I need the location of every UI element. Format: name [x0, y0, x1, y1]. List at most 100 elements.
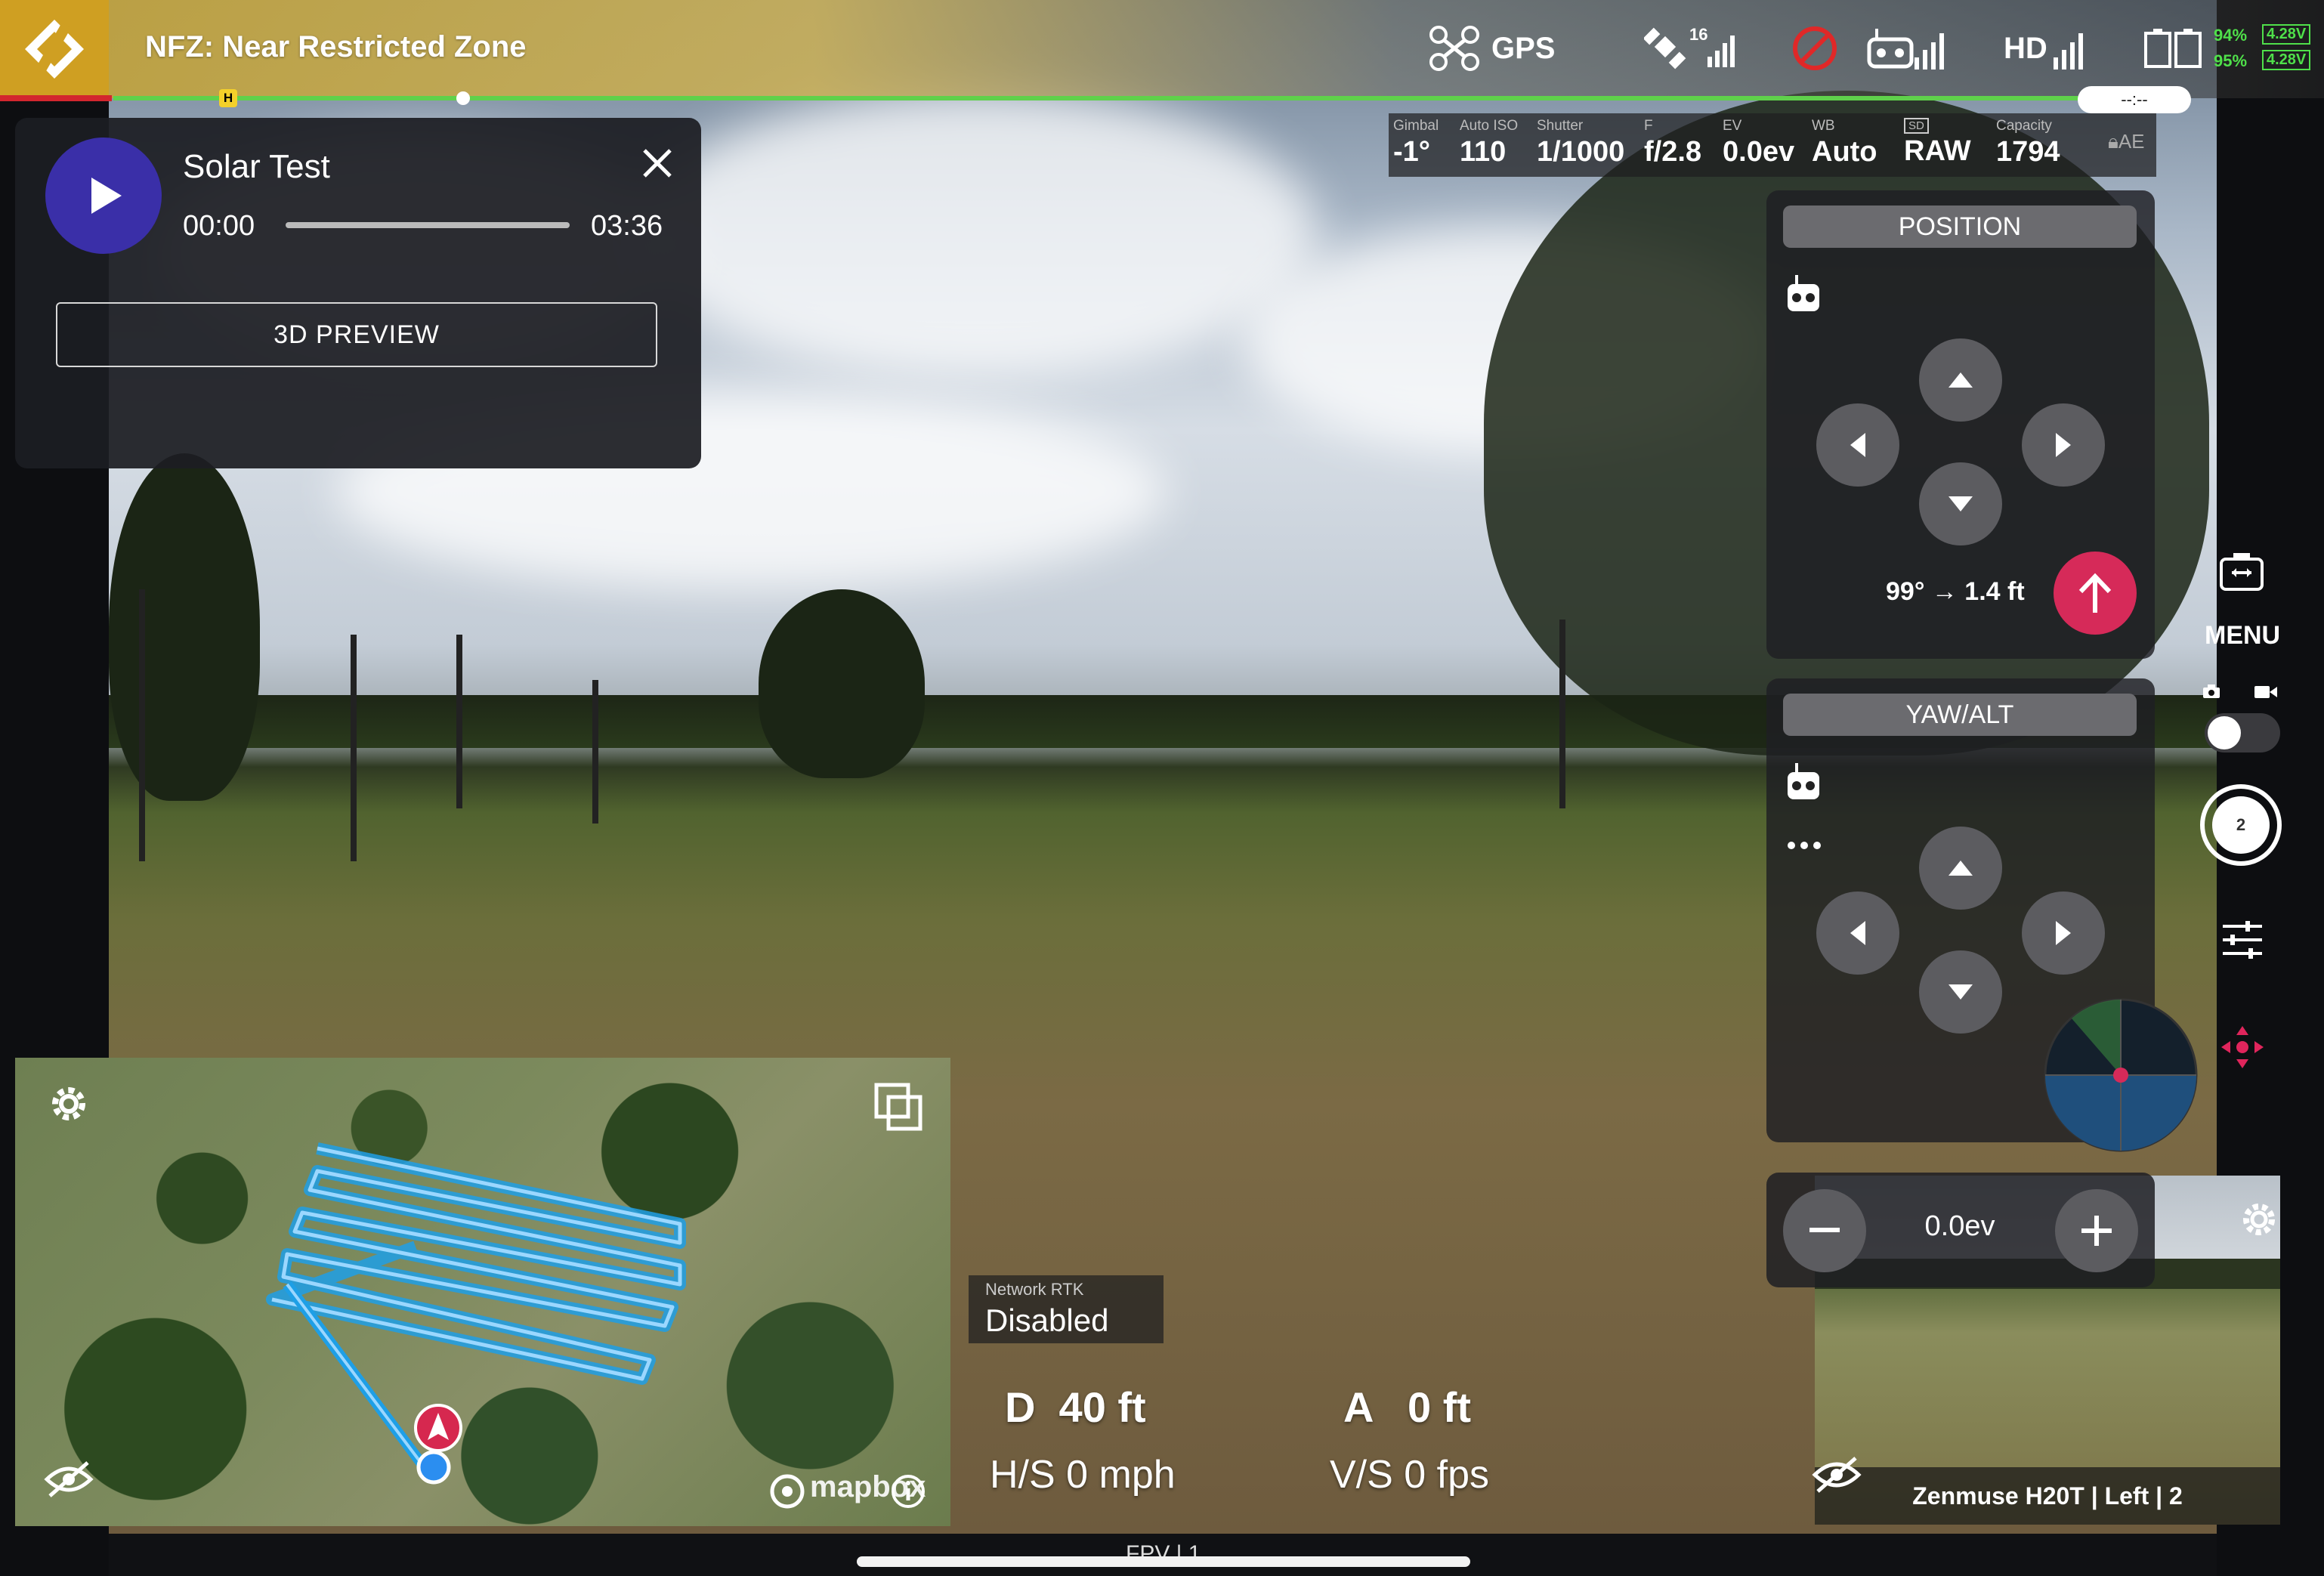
remote-controller-icon	[1788, 275, 1819, 311]
drone-icon	[1429, 26, 1479, 71]
sd-card-icon: SD	[1904, 118, 1929, 134]
yaw-right-button[interactable]	[2022, 892, 2105, 975]
hide-map-icon[interactable]	[42, 1458, 95, 1500]
telemetry-distance: D 40 ft	[1005, 1383, 1146, 1431]
shutter-button[interactable]: 2	[2200, 784, 2282, 866]
app-logo[interactable]	[0, 0, 109, 98]
altitude-up-button[interactable]	[1919, 827, 2002, 910]
yaw-left-button[interactable]	[1816, 892, 1899, 975]
battery-2-voltage: 4.28V	[2262, 50, 2311, 70]
remote-controller-icon	[1788, 763, 1819, 799]
mission-scrubber[interactable]	[286, 222, 570, 228]
param-wb: WB Auto	[1812, 118, 1877, 168]
camera-parameters[interactable]: Gimbal -1° Auto ISO 110 Shutter 1/1000 Ff/2…	[1389, 113, 2156, 177]
telemetry-horizontal-speed: H/S 0 mph	[990, 1453, 1176, 1497]
play-icon	[91, 178, 122, 214]
photo-mode-icon	[2203, 684, 2220, 698]
photo-video-toggle[interactable]	[2205, 713, 2280, 752]
position-header[interactable]: POSITION	[1783, 205, 2137, 248]
map-settings-icon[interactable]	[45, 1080, 92, 1127]
obstacle-off-icon	[1793, 26, 1837, 70]
status-bar: NFZ: Near Restricted Zone GPS 16 HD 94% …	[0, 0, 2324, 101]
signal-bars-icon	[2053, 33, 2083, 70]
rtk-status[interactable]: Network RTK Disabled	[969, 1275, 1164, 1343]
menu-button[interactable]: MENU	[2205, 621, 2280, 650]
mission-time-end: 03:36	[591, 210, 663, 242]
hide-pip-icon[interactable]	[1810, 1454, 1863, 1496]
ev-increase-button[interactable]	[2055, 1189, 2138, 1272]
param-aperture: Ff/2.8	[1644, 118, 1702, 168]
move-arrows-icon[interactable]	[2220, 1024, 2265, 1070]
map-expand-icon[interactable]	[872, 1080, 925, 1133]
altitude-down-button[interactable]	[1919, 950, 2002, 1034]
home-location-dot	[416, 1450, 451, 1485]
close-button[interactable]	[635, 141, 680, 186]
yaw-alt-header[interactable]: YAW/ALT	[1783, 694, 2137, 736]
position-right-button[interactable]	[2022, 403, 2105, 487]
obstacle-status[interactable]	[1791, 26, 1839, 71]
telemetry-altitude: A 0 ft	[1343, 1383, 1472, 1431]
play-button[interactable]	[45, 138, 162, 254]
battery-1-voltage: 4.28V	[2262, 24, 2311, 45]
satellite-icon	[1644, 27, 1686, 70]
aircraft-position-marker	[456, 91, 470, 105]
param-format: SD RAW	[1904, 118, 1971, 167]
position-up-button[interactable]	[1919, 338, 2002, 422]
flight-progress-line	[113, 96, 2183, 100]
rc-status[interactable]	[1866, 26, 1952, 71]
param-shutter: Shutter 1/1000	[1537, 118, 1625, 168]
mission-time-start: 00:00	[183, 210, 255, 242]
more-icon[interactable]	[1786, 840, 1822, 851]
rtk-value: Disabled	[985, 1303, 1109, 1338]
home-indicator[interactable]	[857, 1556, 1470, 1567]
heading-distance: 99° → 1.4 ft	[1886, 577, 2025, 606]
satellite-count: 16	[1689, 25, 1708, 44]
lock-icon: 🔒︎	[2108, 130, 2118, 153]
triangle-right-icon	[2056, 433, 2071, 457]
minus-icon	[1809, 1228, 1840, 1232]
mapbox-logo-icon	[770, 1474, 805, 1509]
ae-lock[interactable]: 🔒︎AE	[2108, 130, 2145, 154]
ev-value: 0.0ev	[1924, 1210, 1995, 1242]
flight-time: --:--	[2078, 86, 2191, 113]
settings-sliders-icon[interactable]	[2220, 919, 2265, 961]
battery-status[interactable]	[2143, 26, 2203, 71]
param-capacity: Capacity 1794	[1996, 118, 2060, 168]
param-iso: Auto ISO 110	[1460, 118, 1519, 168]
map-view[interactable]	[15, 1058, 950, 1526]
compass-radar[interactable]	[2041, 996, 2200, 1154]
param-ev: EV 0.0ev	[1723, 118, 1795, 168]
info-icon[interactable]	[890, 1473, 926, 1510]
hd-label: HD	[2004, 31, 2047, 65]
triangle-up-icon	[1949, 861, 1973, 876]
ev-adjust-panel: 0.0ev	[1766, 1173, 2155, 1287]
triangle-right-icon	[2056, 921, 2071, 945]
close-icon	[643, 149, 672, 178]
satellite-status[interactable]: 16	[1644, 25, 1741, 71]
aircraft-status[interactable]: GPS	[1428, 26, 1555, 71]
gps-label: GPS	[1491, 31, 1556, 65]
3d-preview-button[interactable]: 3D PREVIEW	[56, 302, 657, 367]
triangle-down-icon	[1949, 984, 1973, 1000]
flight-path	[266, 1142, 686, 1469]
battery-1-percent: 94%	[2214, 26, 2248, 45]
signal-bars-icon	[1915, 33, 1944, 70]
nfz-warning[interactable]: NFZ: Near Restricted Zone	[145, 30, 527, 64]
plus-icon	[2081, 1216, 2112, 1246]
pip-settings-icon[interactable]	[2238, 1198, 2280, 1241]
battery-2-percent: 95%	[2214, 51, 2248, 70]
video-mode-icon	[2254, 686, 2277, 698]
rtk-label: Network RTK	[985, 1280, 1084, 1299]
position-down-button[interactable]	[1919, 462, 2002, 545]
telemetry-vertical-speed: V/S 0 fps	[1330, 1453, 1489, 1497]
ev-decrease-button[interactable]	[1783, 1189, 1866, 1272]
triangle-left-icon	[1850, 433, 1865, 457]
camera-switch-icon[interactable]	[2218, 550, 2265, 592]
triangle-down-icon	[1949, 496, 1973, 511]
position-left-button[interactable]	[1816, 403, 1899, 487]
pip-camera-label: Zenmuse H20T | Left | 2	[1815, 1467, 2280, 1525]
video-link-status[interactable]: HD	[2004, 26, 2091, 71]
toggle-knob	[2208, 716, 2241, 749]
logo-underline	[0, 95, 112, 101]
upload-button[interactable]	[2054, 552, 2137, 635]
